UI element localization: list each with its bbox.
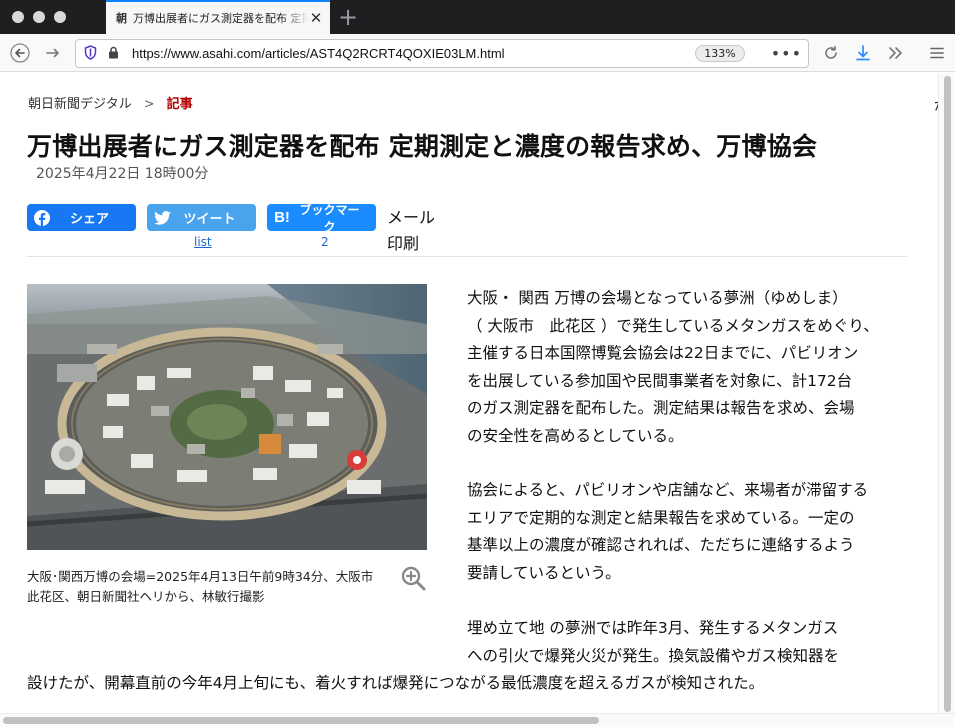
hatena-bookmark-icon: B!	[274, 209, 290, 226]
tab-title: 万博出展者にガス測定器を配布 定期測定と濃度の報告求め、万博協会	[133, 12, 308, 25]
forward-arrow-icon[interactable]	[40, 41, 66, 65]
print-link[interactable]: 印刷	[387, 230, 419, 254]
window-minimize-dot[interactable]	[33, 11, 45, 23]
back-arrow-icon[interactable]	[7, 41, 33, 65]
paragraph-line: 埋め立て地 の夢洲では昨年3月、発生するメタンガス	[467, 619, 839, 637]
download-icon[interactable]	[850, 41, 876, 65]
photo-caption-line: 此花区、朝日新聞社ヘリから、林敏行撮影	[27, 589, 265, 604]
hamburger-menu-icon[interactable]	[924, 41, 950, 65]
facebook-share-button[interactable]: シェア	[27, 204, 136, 231]
tab-favicon: 朝	[116, 12, 127, 25]
article-headline: 万博出展者にガス測定器を配布 定期測定と濃度の報告求め、万博協会	[27, 132, 818, 161]
twitter-count-link[interactable]: list	[194, 235, 212, 249]
window-zoom-dot[interactable]	[54, 11, 66, 23]
url-bar[interactable]: https://www.asahi.com/articles/AST4Q2RCR…	[75, 39, 809, 68]
horizontal-scrollbar[interactable]	[0, 713, 955, 727]
twitter-share-label: ツイート	[183, 212, 236, 227]
article-page: 朝日新聞デジタル > 記事 万博出展者にガス測定器を配布 定期測定と濃度の報告求め、…	[0, 73, 938, 713]
new-tab-button[interactable]: +	[338, 4, 358, 30]
paragraph-line: への引火で爆発火災が発生。換気設備やガス検知器を	[467, 646, 840, 665]
twitter-bird-icon	[147, 209, 177, 227]
lock-icon[interactable]	[108, 46, 120, 62]
tab-close-icon[interactable]: ✕	[308, 10, 324, 26]
tab-bar: 朝 万博出展者にガス測定器を配布 定期測定と濃度の報告求め、万博協会 ✕ +	[0, 0, 955, 34]
paragraph-line: エリアで定期的な測定と結果報告を求めている。一定の	[467, 508, 855, 527]
paragraph-line: 協会によると、パビリオンや店舗など、来場者が滞留する	[467, 481, 869, 499]
breadcrumb-site-link[interactable]: 朝日新聞デジタル	[28, 97, 132, 112]
mail-share-link[interactable]: メール	[387, 204, 435, 228]
facebook-share-label: シェア	[69, 212, 109, 227]
article-paragraph-2: 協会によると、パビリオンや店舗など、来場者が滞留する エリアで定期的な測定と結果…	[467, 477, 868, 587]
tracking-shield-icon[interactable]	[84, 44, 98, 63]
paragraph-line: 大阪・ 関西 万博の会場となっている夢洲（ゆめしま）	[467, 289, 848, 307]
facebook-icon	[27, 209, 57, 227]
article-date: 2025年4月22日 18時00分	[36, 166, 209, 182]
breadcrumb: 朝日新聞デジタル > 記事	[28, 93, 193, 112]
breadcrumb-separator: >	[143, 97, 155, 112]
paragraph-line: 主催する日本国際博覧会協会は22日までに、パビリオン	[467, 344, 859, 362]
magnify-plus-icon[interactable]	[400, 565, 428, 593]
paragraph-line: 要請しているという。	[467, 563, 621, 582]
twitter-share-button[interactable]: ツイート	[147, 204, 256, 231]
article-paragraph-1: 大阪・ 関西 万博の会場となっている夢洲（ゆめしま） （ 大阪市 此花区 ）で発…	[467, 285, 879, 450]
aerial-photo-expo-site[interactable]	[27, 284, 427, 550]
navigation-bar: https://www.asahi.com/articles/AST4Q2RCR…	[0, 34, 955, 72]
active-tab[interactable]: 朝 万博出展者にガス測定器を配布 定期測定と濃度の報告求め、万博協会 ✕	[106, 0, 330, 34]
photo-caption: 大阪･関西万博の会場=2025年4月13日午前9時34分、大阪市 此花区、朝日新…	[27, 567, 392, 607]
window-close-dot[interactable]	[12, 11, 24, 23]
vertical-scrollbar[interactable]	[938, 73, 955, 713]
photo-caption-line: 大阪･関西万博の会場=2025年4月13日午前9時34分、大阪市	[27, 569, 374, 584]
article-paragraph-3-full-line: 設けたが、開幕直前の今年4月上旬にも、着火すれば爆発につながる最低濃度を超えるガ…	[27, 674, 765, 692]
horizontal-scrollbar-thumb[interactable]	[3, 717, 599, 724]
hatena-bookmark-button[interactable]: B! ブックマーク	[267, 203, 376, 234]
paragraph-line: のガス測定器を配布した。測定結果は報告を求め、会場	[467, 399, 855, 417]
breadcrumb-current[interactable]: 記事	[167, 97, 193, 112]
chevrons-icon[interactable]	[882, 41, 908, 65]
hatena-count-link[interactable]: 2	[321, 235, 329, 249]
paragraph-line: の安全性を高めるとしている。	[467, 426, 684, 445]
zoom-level-badge[interactable]: 133%	[695, 45, 745, 62]
paragraph-line: （ 大阪市 此花区 ）で発生しているメタンガスをめぐり、	[467, 316, 879, 335]
paragraph-line: を出展している参加国や民間事業者を対象に、計172台	[467, 371, 853, 390]
hatena-bookmark-label: ブックマーク	[299, 202, 360, 234]
reload-icon[interactable]	[818, 41, 844, 65]
vertical-scrollbar-thumb[interactable]	[944, 76, 951, 712]
url-text[interactable]: https://www.asahi.com/articles/AST4Q2RCR…	[132, 46, 695, 61]
paragraph-line: 基準以上の濃度が確認されれば、ただちに連絡するよう	[467, 536, 855, 554]
article-paragraph-3: 埋め立て地 の夢洲では昨年3月、発生するメタンガス への引火で爆発火災が発生。換…	[467, 615, 839, 670]
more-dots-icon[interactable]: •••	[771, 44, 802, 63]
share-divider	[27, 256, 907, 257]
